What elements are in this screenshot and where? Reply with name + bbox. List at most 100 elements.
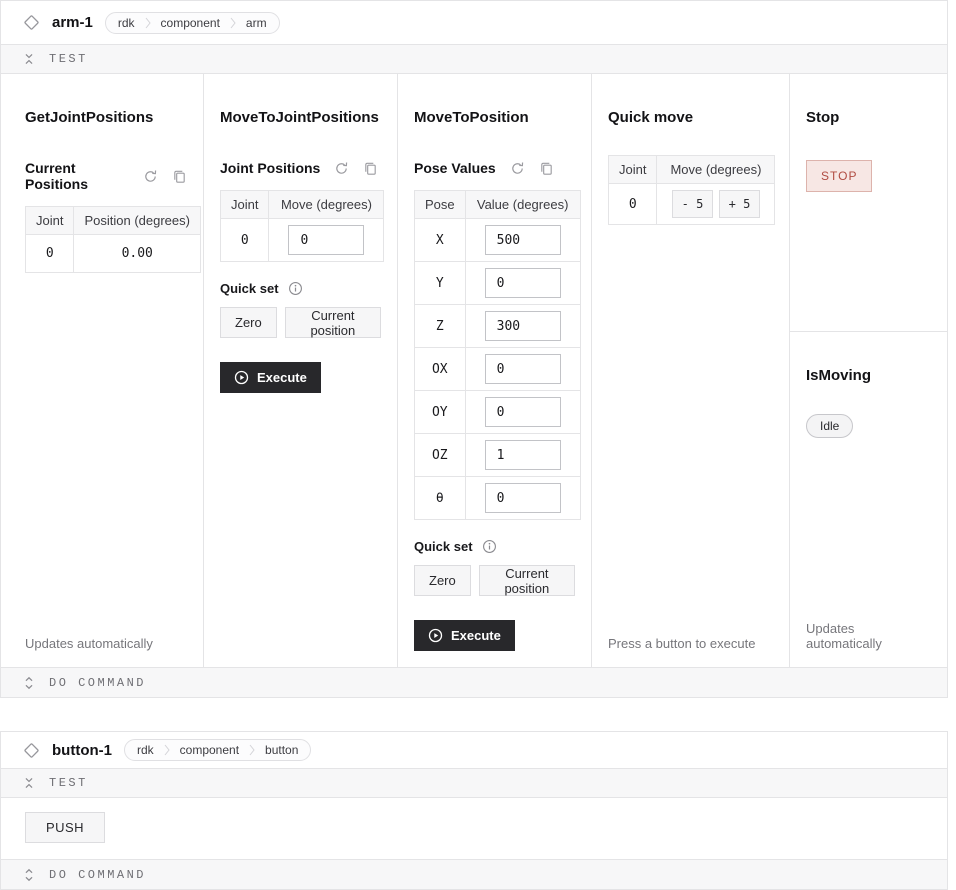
do-command-section-toggle[interactable]: DO COMMAND	[1, 667, 947, 697]
copy-icon[interactable]	[172, 169, 187, 184]
info-icon[interactable]	[482, 539, 497, 554]
test-section-toggle[interactable]: TEST	[1, 768, 947, 798]
component-diamond-icon	[23, 14, 40, 31]
is-moving-section: IsMoving Idle Updates automatically	[790, 332, 947, 667]
joint-positions-table: Joint Move (degrees) 0	[220, 190, 384, 262]
auto-update-note: Updates automatically	[806, 605, 931, 651]
table-row: Z	[415, 305, 581, 348]
method-title: MoveToPosition	[414, 109, 529, 126]
pose-oz-input[interactable]	[485, 440, 561, 470]
component-name: arm-1	[52, 14, 93, 31]
test-section-label: TEST	[49, 776, 88, 790]
breadcrumb-segment: component	[180, 743, 239, 757]
joint-position-value: 0.00	[74, 235, 201, 273]
zero-button[interactable]: Zero	[414, 565, 471, 596]
button-card-header: button-1 rdk component button	[1, 732, 947, 768]
arm-component-card: arm-1 rdk component arm TEST GetJointPos…	[0, 0, 948, 698]
column-header-move: Move (degrees)	[269, 191, 384, 219]
table-subtitle: Joint Positions	[220, 160, 320, 176]
press-button-note: Press a button to execute	[608, 620, 755, 651]
execute-label: Execute	[451, 628, 501, 643]
column-header-value: Value (degrees)	[465, 191, 580, 219]
test-section-toggle[interactable]: TEST	[1, 44, 947, 74]
execute-button[interactable]: Execute	[414, 620, 515, 651]
expand-icon	[22, 676, 36, 690]
button-component-card: button-1 rdk component button TEST PUSH …	[0, 731, 948, 890]
button-test-panel: PUSH	[1, 798, 947, 859]
chevron-right-icon	[164, 744, 170, 756]
joint-index: 0	[221, 219, 269, 262]
quick-set-label: Quick set	[414, 539, 473, 554]
pose-label: Z	[415, 305, 466, 348]
breadcrumb: rdk component arm	[105, 12, 280, 34]
pose-ox-input[interactable]	[485, 354, 561, 384]
joint-index: 0	[609, 184, 657, 225]
refresh-icon[interactable]	[143, 169, 158, 184]
pose-oy-input[interactable]	[485, 397, 561, 427]
table-row: X	[415, 219, 581, 262]
refresh-icon[interactable]	[334, 161, 349, 176]
current-position-button[interactable]: Current position	[479, 565, 575, 596]
quick-move-table: Joint Move (degrees) 0 - 5 + 5	[608, 155, 775, 225]
expand-icon	[22, 868, 36, 882]
breadcrumb-segment: rdk	[137, 743, 154, 757]
pose-label: X	[415, 219, 466, 262]
chevron-right-icon	[249, 744, 255, 756]
table-row: OZ	[415, 434, 581, 477]
column-header-position: Position (degrees)	[74, 207, 201, 235]
breadcrumb: rdk component button	[124, 739, 311, 761]
table-row: 0	[221, 219, 384, 262]
get-joint-positions-column: GetJointPositions Current Positions Join…	[1, 74, 204, 667]
zero-button[interactable]: Zero	[220, 307, 277, 338]
current-position-button[interactable]: Current position	[285, 307, 381, 338]
table-row: θ	[415, 477, 581, 520]
arm-card-header: arm-1 rdk component arm	[1, 1, 947, 44]
execute-button[interactable]: Execute	[220, 362, 321, 393]
pose-label: OZ	[415, 434, 466, 477]
component-diamond-icon	[23, 742, 40, 759]
stop-button[interactable]: STOP	[806, 160, 872, 192]
pose-label: OX	[415, 348, 466, 391]
stop-column: Stop STOP IsMoving Idle Updates automati…	[790, 74, 947, 667]
copy-icon[interactable]	[539, 161, 554, 176]
component-name: button-1	[52, 742, 112, 759]
collapse-icon	[22, 776, 36, 790]
table-subtitle: Pose Values	[414, 160, 496, 176]
method-title: GetJointPositions	[25, 109, 153, 126]
test-panel: GetJointPositions Current Positions Join…	[1, 74, 947, 667]
pose-x-input[interactable]	[485, 225, 561, 255]
do-command-section-toggle[interactable]: DO COMMAND	[1, 859, 947, 889]
pose-z-input[interactable]	[485, 311, 561, 341]
pose-label: OY	[415, 391, 466, 434]
chevron-right-icon	[145, 17, 151, 29]
push-button[interactable]: PUSH	[25, 812, 105, 843]
move-plus-5-button[interactable]: + 5	[719, 190, 760, 218]
stop-section: Stop STOP	[790, 74, 947, 332]
info-icon[interactable]	[288, 281, 303, 296]
table-row: OY	[415, 391, 581, 434]
play-icon	[428, 628, 443, 643]
pose-label: θ	[415, 477, 466, 520]
auto-update-note: Updates automatically	[25, 620, 153, 651]
column-header-joint: Joint	[26, 207, 74, 235]
table-row: 0 - 5 + 5	[609, 184, 775, 225]
copy-icon[interactable]	[363, 161, 378, 176]
joint-move-input[interactable]	[288, 225, 364, 255]
collapse-icon	[22, 52, 36, 66]
pose-theta-input[interactable]	[485, 483, 561, 513]
breadcrumb-segment: button	[265, 743, 298, 757]
move-minus-5-button[interactable]: - 5	[672, 190, 713, 218]
breadcrumb-segment: arm	[246, 16, 267, 30]
status-badge: Idle	[806, 414, 853, 438]
pose-y-input[interactable]	[485, 268, 561, 298]
refresh-icon[interactable]	[510, 161, 525, 176]
table-row: OX	[415, 348, 581, 391]
pose-values-table: Pose Value (degrees) X Y Z	[414, 190, 581, 520]
quick-move-column: Quick move Joint Move (degrees) 0 - 5 + …	[592, 74, 790, 667]
test-section-label: TEST	[49, 52, 88, 66]
method-title: Quick move	[608, 109, 693, 126]
table-row: Y	[415, 262, 581, 305]
breadcrumb-segment: rdk	[118, 16, 135, 30]
current-positions-table: Joint Position (degrees) 0 0.00	[25, 206, 201, 273]
do-command-section-label: DO COMMAND	[49, 868, 146, 882]
